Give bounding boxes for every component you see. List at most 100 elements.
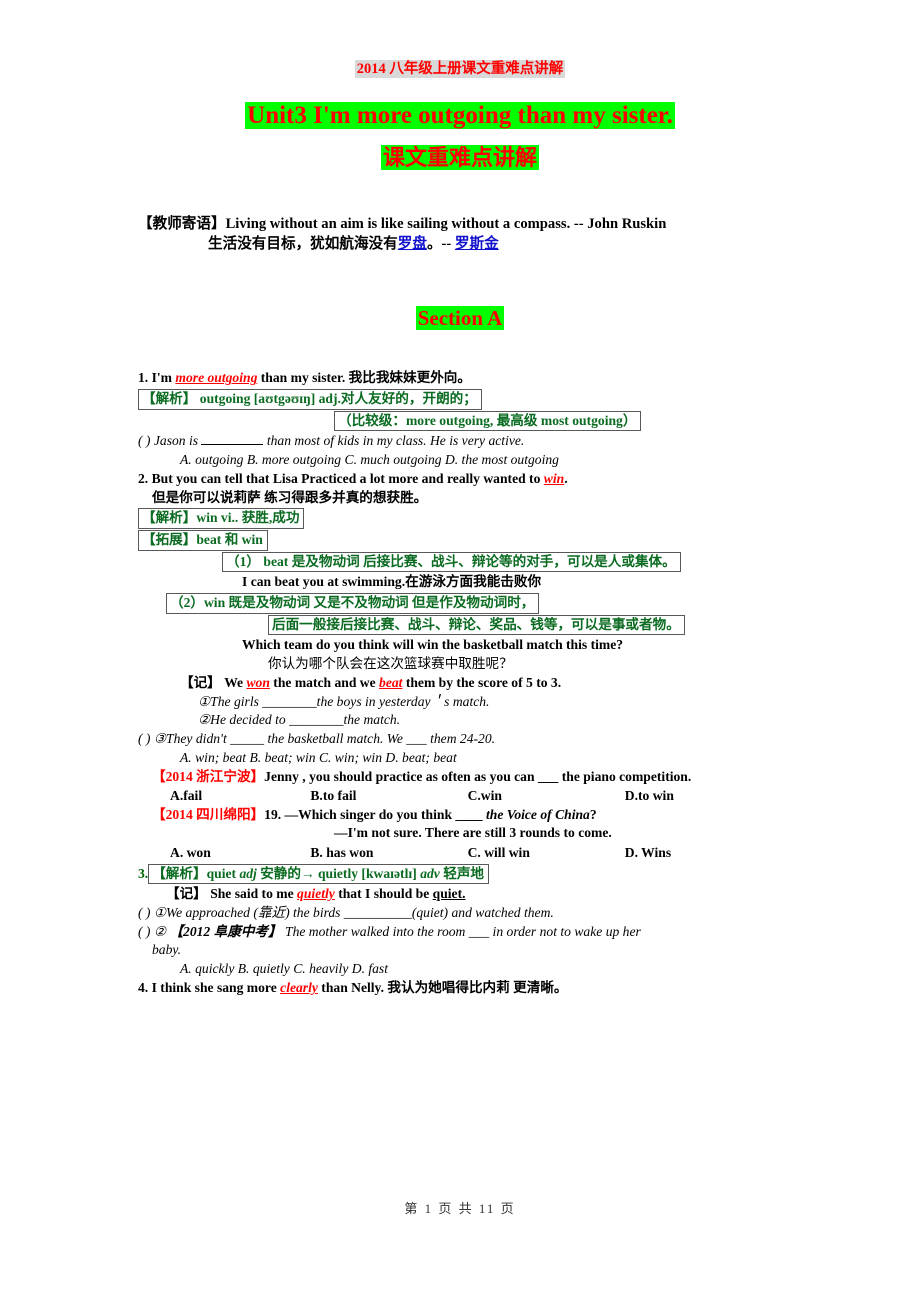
item1-question: ( ) Jason is than most of kids in my cla… [138,432,782,451]
item3-exercise-1-bracket[interactable]: ( ) [138,905,150,920]
motto-chinese-mid: 。-- [426,236,455,253]
item2-exercise-3-row: ( ) ③They didn't _____ the basketball ma… [138,730,782,749]
page-title: Unit3 I'm more outgoing than my sister. [138,101,782,131]
page-subtitle-text: 课文重难点讲解 [380,144,539,170]
item2-sentence-post: . [564,470,568,486]
item2-win1-box: （2）win 既是及物动词 又是不及物动词 但是作及物动词时， [166,593,540,614]
item3-analysis-row: 3. 【解析】quiet adj 安静的→ quietly [kwaɪətlɪ] … [138,863,782,885]
item2-exam1-options[interactable]: A.fail B.to fail C.win D.to win [138,786,782,805]
item2-exercise-1[interactable]: ①The girls ________the boys in yesterday… [138,693,782,712]
item2-exam2-stem-b: ? [589,806,597,822]
item2-exercise-3[interactable]: ③They didn't _____ the basketball match.… [154,731,495,746]
item3-analysis-b: 安静的→ quietly [kwaɪətlɪ] [256,865,421,881]
item3-exercise-2-options[interactable]: A. quickly B. quietly C. heavily D. fast [138,960,782,979]
item3-exercise-2-bracket[interactable]: ( ) [138,924,150,939]
item2-analysis-box: 【解析】win vi.. 获胜,成功 [138,508,305,529]
item2-exam2-option-d[interactable]: D. Wins [625,843,782,862]
banner-text: 2014 八年级上册课文重难点讲解 [354,60,566,78]
item2-beat-row: （1） beat 是及物动词 后接比赛、战斗、辩论等的对手，可以是人或集体。 [138,551,782,573]
item2-exercise-3-options[interactable]: A. win; beat B. beat; win C. win; win D.… [138,749,782,768]
item1-translation: 我比我妹妹更外向。 [348,370,471,386]
item2-exam2-option-a[interactable]: A. won [152,843,310,862]
page-title-text: Unit3 I'm more outgoing than my sister. [245,101,675,129]
motto-chinese-pre: 生活没有目标，犹如航海没有 [208,236,398,253]
item1-question-blank[interactable] [201,444,264,446]
item2-memo-key-won: won [246,674,270,690]
item3-analysis-c: 轻声地 [439,865,485,881]
item2-exam2-stem2: —I'm not sure. There are still 3 rounds … [334,825,612,841]
item2-memo-mid: the match and we [269,674,380,690]
item3-exercise-2-a: ② [153,923,170,939]
item2-exam2-option-c[interactable]: C. will win [468,843,625,862]
item1-degrees-row: （比较级：more outgoing, 最高级 most outgoing） [138,410,782,432]
item2-win1-row: （2）win 既是及物动词 又是不及物动词 但是作及物动词时， [138,593,782,614]
item2-exam1-option-b[interactable]: B.to fail [310,786,467,805]
item2-exam1-option-c[interactable]: C.win [468,786,625,805]
item2-keyword: win [543,470,565,486]
item4-keyword: clearly [280,979,318,995]
item3-exercise-2-b[interactable]: The mother walked into the room ___ in o… [282,924,641,939]
item2-exam1-stem: Jenny , you should practice as often as … [264,768,692,784]
item2-translation: 但是你可以说莉萨 练习得跟多并真的想获胜。 [152,489,428,505]
page-subtitle: 课文重难点讲解 [138,144,782,170]
section-heading-text: Section A [415,306,505,331]
item1-number: 1. [138,370,149,386]
item2-example-beat: I can beat you at swimming.在游泳方面我能击败你 [138,573,782,592]
item2-memo-pre: We [224,674,247,690]
item1-question-bracket[interactable]: ( ) [138,433,150,448]
item4-sentence-post: than Nelly. [317,979,384,995]
item3-analysis-box: 【解析】quiet adj 安静的→ quietly [kwaɪətlɪ] ad… [148,863,490,885]
page-footer-text: 第 1 页 共 11 页 [404,1201,516,1216]
motto-link-compass[interactable]: 罗盘 [398,236,427,252]
item3-number: 3. [138,865,149,881]
item2-exam2-stem-italic: the Voice of China [485,806,590,822]
teacher-motto: 【教师寄语】Living without an aim is like sail… [138,214,782,254]
motto-line-english: 【教师寄语】Living without an aim is like sail… [138,214,782,234]
item3-memo-mid: that I should be [334,886,433,902]
document-page: 2014 八年级上册课文重难点讲解 Unit3 I'm more outgoin… [0,0,920,1302]
item2-example-beat-en: I can beat you at swimming. [242,574,406,590]
item3-memo-key-quietly: quietly [297,886,335,902]
item1-analysis-row: 【解析】 outgoing [aʊtgəʊɪŋ] adj.对人友好的，开朗的； [138,388,782,410]
item2-exam2-options[interactable]: A. won B. has won C. will win D. Wins [138,843,782,862]
section-heading: Section A [138,306,782,331]
item3-exercise-2-row: ( ) ② 【2012 阜康中考】 The mother walked into… [138,923,782,942]
item1-analysis-box: 【解析】 outgoing [aʊtgəʊɪŋ] adj.对人友好的，开朗的； [138,388,482,410]
motto-label: 【教师寄语】 [138,215,226,232]
item2-exercise-3-bracket[interactable]: ( ) [138,731,150,746]
item2-extension-box: 【拓展】beat 和 win [138,530,268,551]
item3-exercise-2-tag: 【2012 阜康中考】 [169,923,282,939]
item4-number: 4. [138,979,149,995]
motto-english: Living without an aim is like sailing wi… [225,215,667,232]
item2-exam2-tag: 【2014 四川绵阳】 [152,806,265,822]
item2-sentence-pre: But you can tell that Lisa Practiced a l… [151,470,544,486]
item4-sentence-pre: I think she sang more [151,979,281,995]
item1-degrees-box: （比较级：more outgoing, 最高级 most outgoing） [334,410,642,432]
item4-sentence: 4. I think she sang more clearly than Ne… [138,979,782,998]
item2-analysis-row: 【解析】win vi.. 获胜,成功 [138,508,782,529]
item2-exam2-row: 【2014 四川绵阳】19. —Which singer do you thin… [138,806,782,825]
item2-exam2-option-b[interactable]: B. has won [310,843,467,862]
item2-exam1-tag: 【2014 浙江宁波】 [152,768,265,784]
item2-memo-label: 【记】 [180,674,221,690]
item3-exercise-1[interactable]: ①We approached (靠近) the birds __________… [154,905,554,920]
item1-sentence-post: than my sister. [257,370,346,386]
item2-exam1-option-d[interactable]: D.to win [625,786,782,805]
item2-memo-post: them by the score of 5 to 3. [402,674,562,690]
item2-exercise-2[interactable]: ②He decided to ________the match. [138,711,782,730]
item3-exercise-2-cont: baby. [152,942,182,958]
item1-question-options[interactable]: A. outgoing B. more outgoing C. much out… [138,451,782,470]
item2-exam1-row: 【2014 浙江宁波】Jenny , you should practice a… [138,768,782,787]
item3-analysis-a: 【解析】quiet [152,865,240,881]
item2-number: 2. [138,470,149,486]
item3-memo-pre: She said to me [210,886,298,902]
item2-win2-box: 后面一般接后接比赛、战斗、辩论、奖品、钱等，可以是事或者物。 [268,614,685,636]
motto-link-ruskin[interactable]: 罗斯金 [455,236,499,252]
item3-analysis-adv: adv [420,865,440,881]
page-footer: 第 1 页 共 11 页 [0,1198,920,1217]
item2-memo: 【记】 We won the match and we beat them by… [138,674,782,693]
item1-question-stem-b: than most of kids in my class. He is ver… [263,433,525,449]
motto-line-chinese: 生活没有目标，犹如航海没有罗盘。-- 罗斯金 [138,234,782,254]
document-banner: 2014 八年级上册课文重难点讲解 [138,60,782,78]
item2-exam1-option-a[interactable]: A.fail [152,786,310,805]
